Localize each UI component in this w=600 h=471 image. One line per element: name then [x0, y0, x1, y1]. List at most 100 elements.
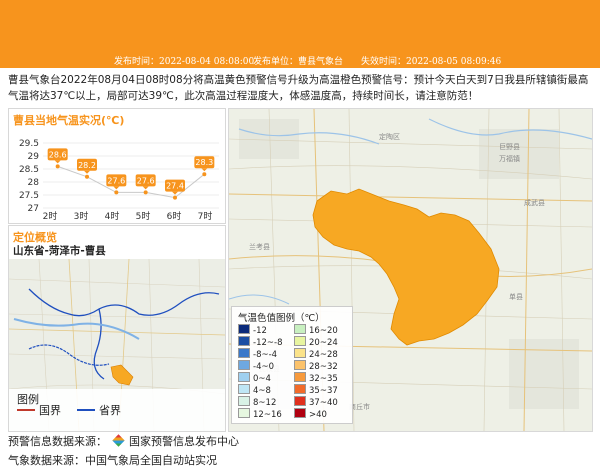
legend-label: 24~28 — [309, 350, 338, 360]
svg-text:27.6: 27.6 — [107, 176, 125, 185]
legend-label: 32~35 — [309, 374, 338, 384]
legend-item: 8~12 — [238, 396, 277, 408]
legend-item: -12~-8 — [238, 336, 283, 348]
location-path: 山东省-菏泽市-曹县 — [13, 245, 106, 257]
legend-swatch — [238, 324, 250, 334]
legend-swatch — [294, 324, 306, 334]
warning-source: 预警信息数据来源： 国家预警信息发布中心 — [8, 433, 239, 449]
warning-source-name: 国家预警信息发布中心 — [129, 435, 239, 448]
svg-text:成武县: 成武县 — [524, 198, 545, 207]
header-bar: 发布时间：2022-08-04 08:08:00 发布单位：曹县气象台 失效时间… — [0, 0, 600, 68]
weather-source: 气象数据来源：中国气象局全国自动站实况 — [8, 454, 217, 467]
svg-text:巨野县: 巨野县 — [499, 143, 520, 151]
legend-label: 0~4 — [253, 374, 271, 384]
temperature-legend-title: 气温色值图例（℃） — [238, 313, 325, 324]
svg-text:28.3: 28.3 — [195, 158, 213, 167]
temperature-line-plot: 28.6 28.2 27.6 27.6 27.4 28.3 — [43, 142, 219, 209]
x-tick-label: 2时 — [42, 212, 58, 222]
expire-time: 失效时间：2022-08-05 08:09:46 — [361, 57, 502, 67]
legend-item: 37~40 — [294, 396, 338, 408]
legend-item: 28~32 — [294, 360, 338, 372]
legend-label: >40 — [309, 410, 327, 420]
svg-text:27.6: 27.6 — [137, 176, 155, 185]
legend-swatch — [238, 348, 250, 358]
legend-swatch — [238, 384, 250, 394]
data-point — [173, 195, 177, 200]
data-point — [114, 190, 119, 195]
data-point — [143, 190, 148, 195]
legend-label: 12~16 — [253, 410, 282, 420]
svg-text:单县: 单县 — [509, 292, 523, 301]
svg-text:定陶区: 定陶区 — [379, 132, 400, 141]
x-tick-label: 4时 — [104, 212, 120, 222]
data-point — [85, 174, 89, 179]
legend-label: 省界 — [99, 404, 121, 417]
data-label: 27.6 — [135, 174, 156, 190]
x-tick-label: 7时 — [197, 212, 213, 222]
temperature-color-legend: 气温色值图例（℃） -12 16~20 -12~-8 20~24 -8~-4 24~28 -… — [231, 306, 353, 424]
legend-item: -4~0 — [238, 360, 275, 372]
publish-unit: 发布单位：曹县气象台 — [253, 57, 344, 67]
legend-swatch — [294, 360, 306, 370]
legend-item: 20~24 — [294, 336, 338, 348]
data-label: 27.6 — [106, 174, 127, 190]
svg-text:兰考县: 兰考县 — [249, 242, 270, 251]
legend-label: -12~-8 — [253, 338, 283, 348]
legend-swatch — [294, 396, 306, 406]
x-tick-label: 6时 — [166, 212, 182, 222]
legend-label: -12 — [253, 326, 267, 336]
legend-item: 4~8 — [238, 384, 271, 396]
svg-text:27.4: 27.4 — [166, 182, 184, 191]
legend-swatch — [238, 360, 250, 370]
warning-meta: 发布时间：2022-08-04 08:08:00 发布单位：曹县气象台 失效时间… — [0, 51, 600, 68]
location-panel: 定位概览 山东省-菏泽市-曹县 图例 国界 省界 — [8, 225, 226, 432]
legend-swatch — [294, 348, 306, 358]
svg-text:28.2: 28.2 — [78, 161, 96, 170]
legend-item: 16~20 — [294, 324, 338, 336]
legend-swatch — [294, 372, 306, 382]
legend-item: 24~28 — [294, 348, 338, 360]
legend-item: 0~4 — [238, 372, 271, 384]
temperature-panel: 曹县当地气温实况(℃) 29.5 29 28.5 28 27.5 27 28.6… — [8, 108, 226, 224]
legend-item: >40 — [294, 408, 327, 420]
legend-swatch — [294, 336, 306, 346]
legend-item: -12 — [238, 324, 267, 336]
legend-swatch — [238, 408, 250, 418]
legend-label: 4~8 — [253, 386, 271, 396]
legend-label: 20~24 — [309, 338, 338, 348]
legend-item: -8~-4 — [238, 348, 278, 360]
province-border-swatch — [77, 409, 95, 411]
legend-label: 35~37 — [309, 386, 338, 396]
national-border-swatch — [17, 409, 35, 411]
temperature-chart: 29.5 29 28.5 28 27.5 27 28.6 28.2 27.6 27.6… — [9, 109, 225, 223]
legend-swatch — [238, 372, 250, 382]
publish-time: 发布时间：2022-08-04 08:08:00 — [114, 57, 255, 67]
warning-description: 曹县气象台2022年08月04日08时08分将高温黄色预警信号升级为高温橙色预警… — [8, 74, 589, 102]
legend-label: 37~40 — [309, 398, 338, 408]
warning-source-label: 预警信息数据来源： — [8, 435, 107, 448]
svg-text:28.6: 28.6 — [49, 150, 67, 159]
legend-swatch — [238, 336, 250, 346]
x-tick-label: 3时 — [73, 212, 89, 222]
legend-label: -8~-4 — [253, 350, 278, 360]
legend-item: 32~35 — [294, 372, 338, 384]
x-tick-label: 5时 — [135, 212, 151, 222]
legend-swatch — [294, 408, 306, 418]
legend-label: 国界 — [39, 404, 61, 417]
legend-label: 28~32 — [309, 362, 338, 372]
data-point — [55, 164, 60, 169]
legend-label: 16~20 — [309, 326, 338, 336]
overview-map[interactable]: 图例 国界 省界 — [9, 259, 225, 431]
legend-title: 图例 — [17, 393, 39, 406]
legend-swatch — [238, 396, 250, 406]
legend-item: 35~37 — [294, 384, 338, 396]
legend-swatch — [294, 384, 306, 394]
overview-legend: 图例 国界 省界 — [9, 389, 225, 431]
data-point — [202, 172, 207, 177]
data-label: 28.6 — [47, 148, 68, 164]
data-label: 28.2 — [77, 158, 97, 174]
svg-text:万福镇: 万福镇 — [499, 154, 520, 163]
legend-label: -4~0 — [253, 362, 275, 372]
legend-label: 8~12 — [253, 398, 277, 408]
legend-item: 12~16 — [238, 408, 282, 420]
